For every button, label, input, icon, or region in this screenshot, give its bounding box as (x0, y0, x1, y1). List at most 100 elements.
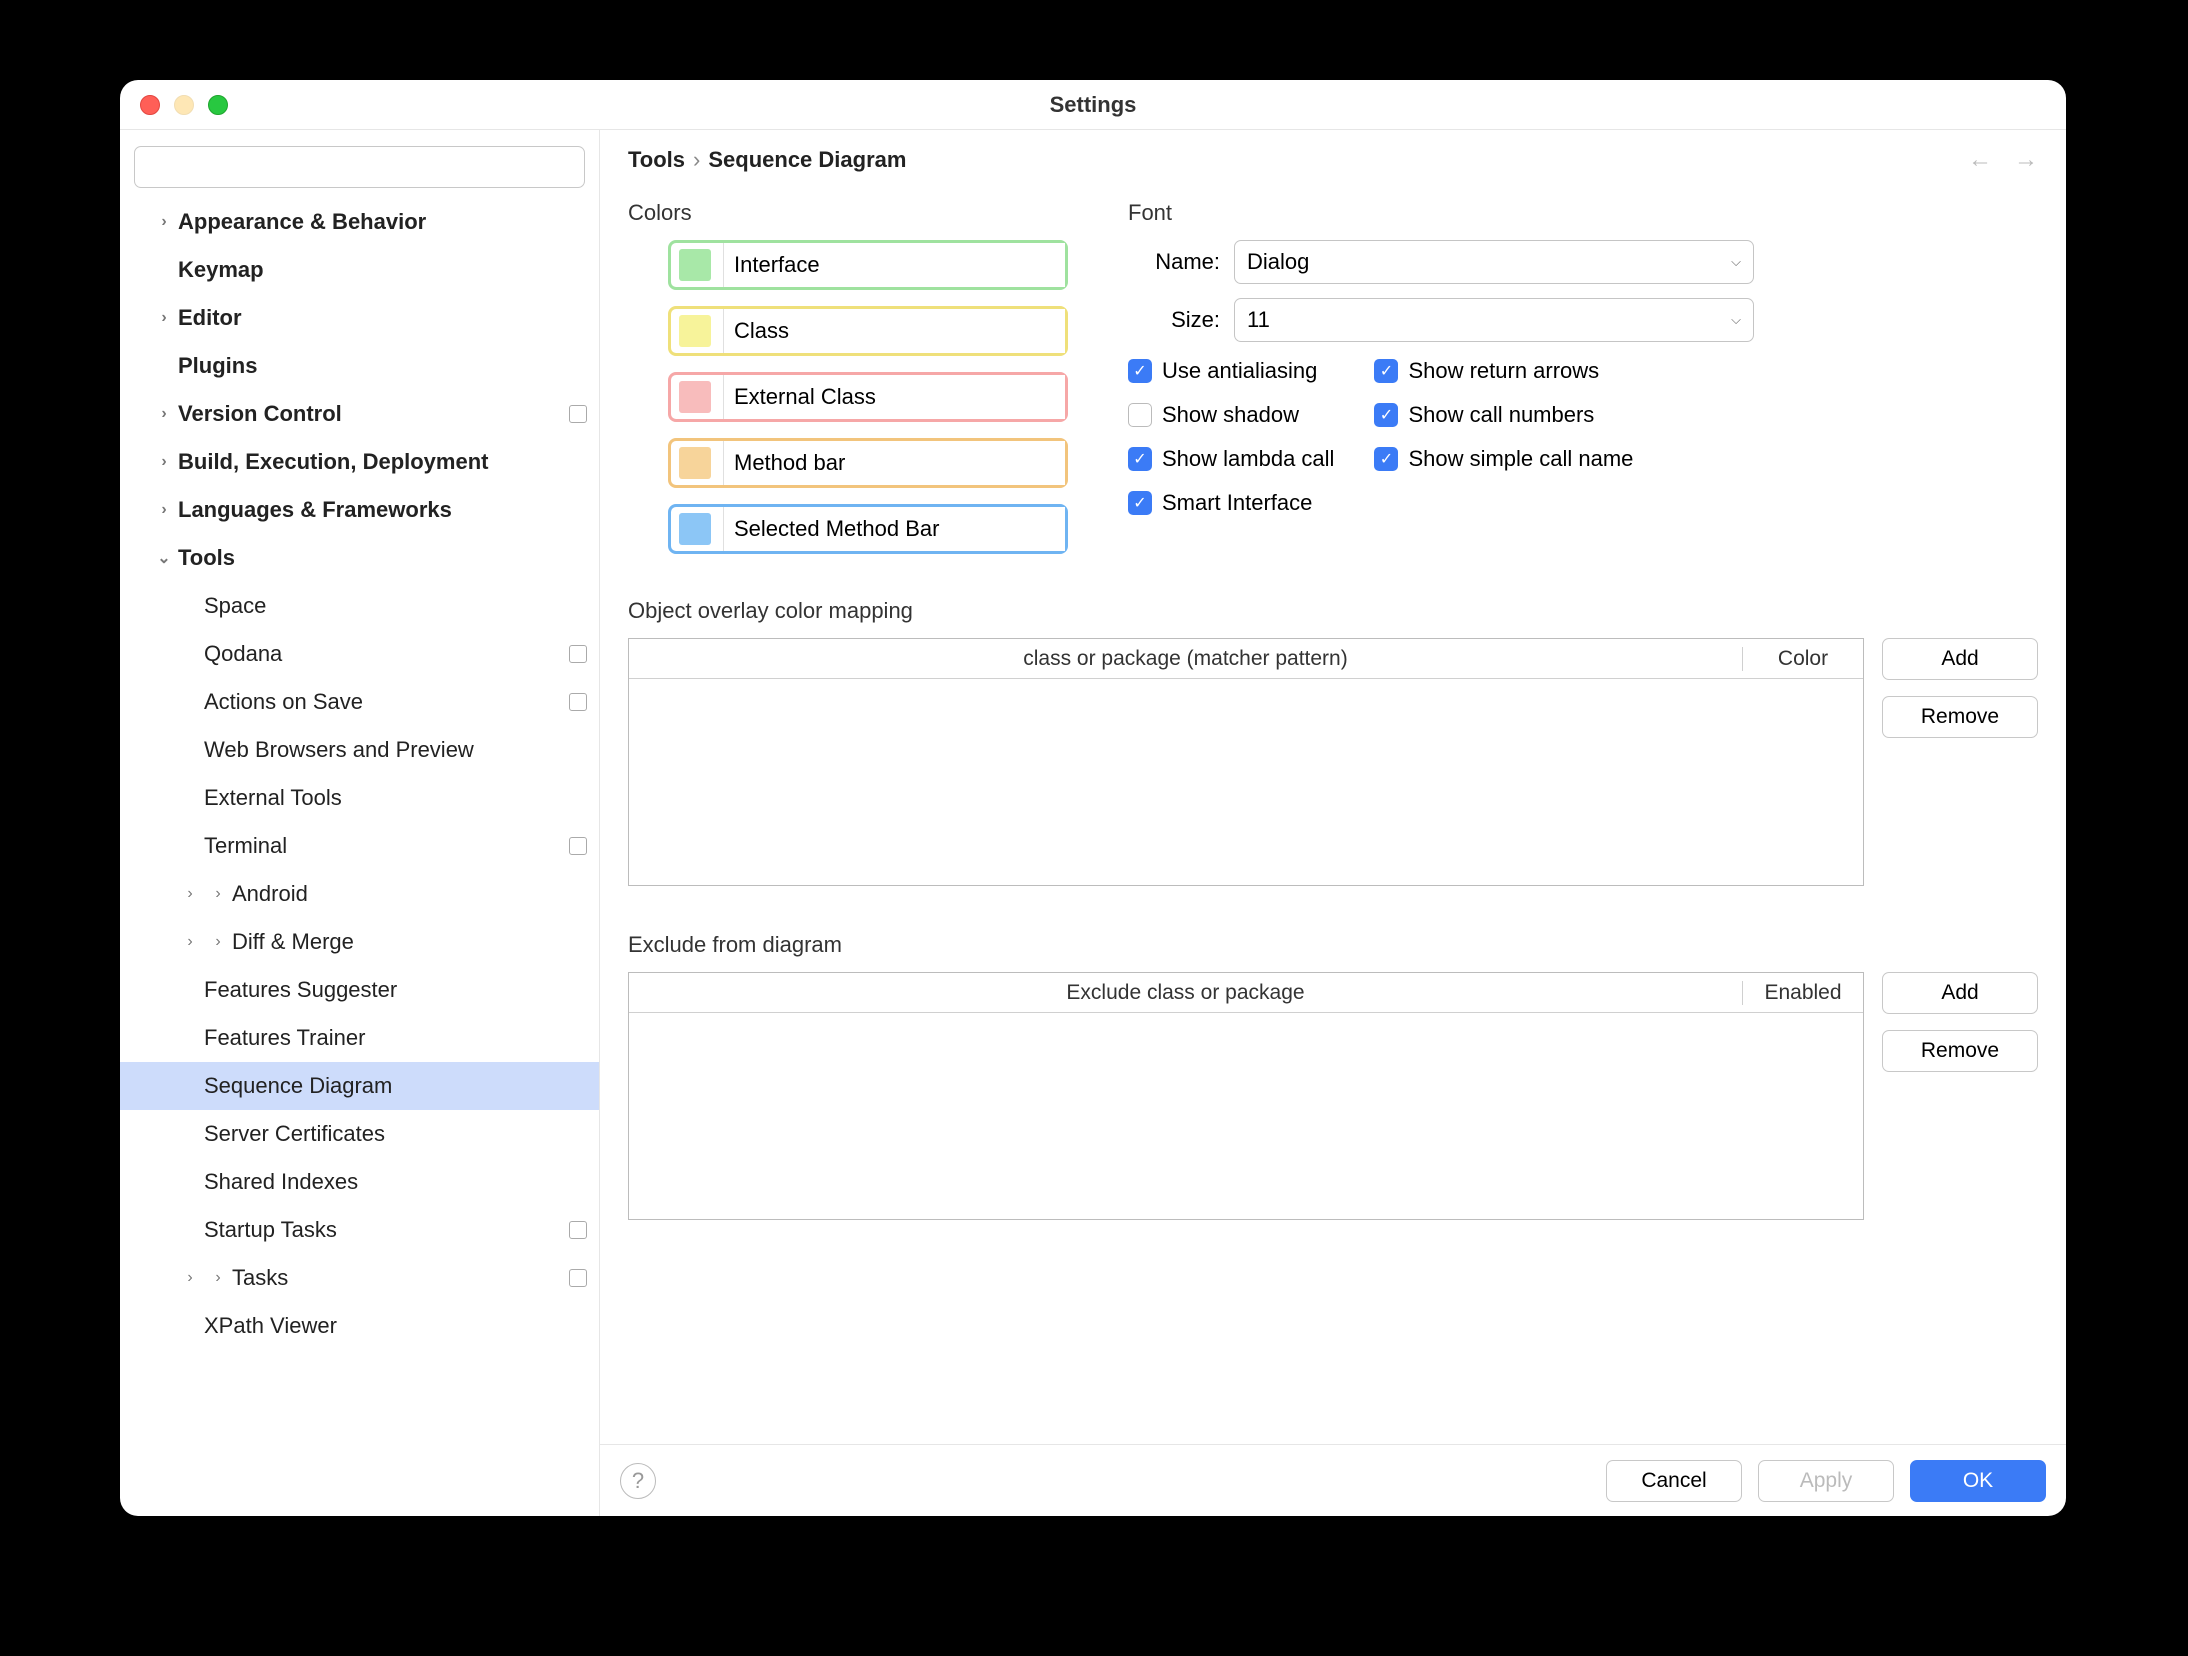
sidebar-item-server-certificates[interactable]: Server Certificates (120, 1110, 599, 1158)
color-row-selected-method-bar[interactable]: Selected Method Bar (668, 504, 1068, 554)
colors-heading: Colors (628, 200, 1068, 226)
exclude-add-button[interactable]: Add (1882, 972, 2038, 1014)
checkbox-checked-icon[interactable]: ✓ (1128, 447, 1152, 471)
sidebar-item-label: Server Certificates (204, 1121, 385, 1147)
sidebar-item-label: Version Control (178, 401, 342, 427)
checkbox-show-lambda-call[interactable]: ✓ Show lambda call (1128, 446, 1334, 472)
font-name-select[interactable]: Dialog ⌵ (1234, 240, 1754, 284)
color-label: External Class (723, 375, 1065, 419)
checkbox-label: Show shadow (1162, 402, 1299, 428)
checkbox-label: Smart Interface (1162, 490, 1312, 516)
sidebar-item-plugins[interactable]: Plugins (120, 342, 599, 390)
help-icon[interactable]: ? (620, 1463, 656, 1499)
settings-tree[interactable]: ›Appearance & BehaviorKeymap›EditorPlugi… (120, 198, 599, 1516)
sidebar-item-label: XPath Viewer (204, 1313, 337, 1339)
exclude-col-enabled[interactable]: Enabled (1743, 981, 1863, 1005)
color-swatch[interactable] (679, 381, 711, 413)
checkbox-show-shadow[interactable]: Show shadow (1128, 402, 1334, 428)
chevron-right-icon: › (693, 147, 700, 173)
search-input[interactable] (134, 146, 585, 188)
checkbox-checked-icon[interactable]: ✓ (1374, 447, 1398, 471)
sidebar-item-terminal[interactable]: Terminal (120, 822, 599, 870)
sidebar-item-web-browsers-and-preview[interactable]: Web Browsers and Preview (120, 726, 599, 774)
sidebar-item-label: Appearance & Behavior (178, 209, 426, 235)
sidebar-item-android[interactable]: ››Android (120, 870, 599, 918)
mapping-remove-button[interactable]: Remove (1882, 696, 2038, 738)
sidebar-item-sequence-diagram[interactable]: Sequence Diagram (120, 1062, 599, 1110)
checkbox-checked-icon[interactable]: ✓ (1374, 359, 1398, 383)
ok-button[interactable]: OK (1910, 1460, 2046, 1502)
sidebar-item-tasks[interactable]: ››Tasks (120, 1254, 599, 1302)
color-row-external-class[interactable]: External Class (668, 372, 1068, 422)
checkbox-smart-interface[interactable]: ✓ Smart Interface (1128, 490, 1334, 516)
checkbox-show-return-arrows[interactable]: ✓Show return arrows (1374, 358, 1633, 384)
exclude-remove-button[interactable]: Remove (1882, 1030, 2038, 1072)
sidebar-item-startup-tasks[interactable]: Startup Tasks (120, 1206, 599, 1254)
color-row-interface[interactable]: Interface (668, 240, 1068, 290)
sidebar-item-features-trainer[interactable]: Features Trainer (120, 1014, 599, 1062)
sidebar-item-build-execution-deployment[interactable]: ›Build, Execution, Deployment (120, 438, 599, 486)
color-row-class[interactable]: Class (668, 306, 1068, 356)
sidebar-item-label: Tools (178, 545, 235, 571)
sidebar-item-xpath-viewer[interactable]: XPath Viewer (120, 1302, 599, 1350)
sidebar-item-tools[interactable]: ⌄Tools (120, 534, 599, 582)
apply-button[interactable]: Apply (1758, 1460, 1894, 1502)
sidebar-item-editor[interactable]: ›Editor (120, 294, 599, 342)
sidebar-item-label: Editor (178, 305, 242, 331)
footer: ? Cancel Apply OK (600, 1444, 2066, 1516)
mapping-col-pattern[interactable]: class or package (matcher pattern) (629, 647, 1743, 671)
color-swatch[interactable] (679, 447, 711, 479)
breadcrumb-root[interactable]: Tools (628, 147, 685, 173)
chevron-right-icon: › (150, 405, 178, 423)
color-label: Interface (723, 243, 1065, 287)
sidebar-item-actions-on-save[interactable]: Actions on Save (120, 678, 599, 726)
sidebar-item-space[interactable]: Space (120, 582, 599, 630)
sidebar-item-languages-frameworks[interactable]: ›Languages & Frameworks (120, 486, 599, 534)
sidebar-item-label: Diff & Merge (232, 929, 354, 955)
checkbox-checked-icon[interactable]: ✓ (1128, 359, 1152, 383)
sidebar: ▾ ›Appearance & BehaviorKeymap›EditorPlu… (120, 130, 600, 1516)
checkbox-unchecked-icon[interactable] (1128, 403, 1152, 427)
project-scope-icon (569, 837, 587, 855)
breadcrumb: Tools › Sequence Diagram ← → (600, 130, 2066, 190)
exclude-table[interactable]: Exclude class or package Enabled (628, 972, 1864, 1220)
color-swatch[interactable] (679, 513, 711, 545)
checkbox-label: Show lambda call (1162, 446, 1334, 472)
chevron-down-icon: ⌵ (1731, 254, 1741, 270)
chevron-right-icon: › (176, 885, 204, 903)
sidebar-item-diff-merge[interactable]: ››Diff & Merge (120, 918, 599, 966)
checkbox-checked-icon[interactable]: ✓ (1374, 403, 1398, 427)
mapping-col-color[interactable]: Color (1743, 647, 1863, 671)
mapping-add-button[interactable]: Add (1882, 638, 2038, 680)
chevron-down-icon: ⌄ (150, 548, 178, 568)
checkbox-show-call-numbers[interactable]: ✓Show call numbers (1374, 402, 1633, 428)
sidebar-item-shared-indexes[interactable]: Shared Indexes (120, 1158, 599, 1206)
checkbox-show-simple-call-name[interactable]: ✓Show simple call name (1374, 446, 1633, 472)
color-swatch[interactable] (679, 315, 711, 347)
main-panel: Tools › Sequence Diagram ← → Colors Inte… (600, 130, 2066, 1516)
cancel-button[interactable]: Cancel (1606, 1460, 1742, 1502)
sidebar-item-version-control[interactable]: ›Version Control (120, 390, 599, 438)
chevron-right-icon: › (176, 1269, 204, 1287)
nav-back-icon[interactable]: ← (1968, 146, 1992, 174)
checkbox-checked-icon[interactable]: ✓ (1128, 491, 1152, 515)
sidebar-item-label: Qodana (204, 641, 282, 667)
exclude-col-pattern[interactable]: Exclude class or package (629, 981, 1743, 1005)
chevron-right-icon: › (176, 933, 204, 951)
sidebar-item-label: Plugins (178, 353, 257, 379)
sidebar-item-label: Space (204, 593, 266, 619)
checkbox-use-antialiasing[interactable]: ✓Use antialiasing (1128, 358, 1334, 384)
color-swatch[interactable] (679, 249, 711, 281)
font-size-select[interactable]: 11 ⌵ (1234, 298, 1754, 342)
nav-forward-icon[interactable]: → (2014, 146, 2038, 174)
font-heading: Font (1128, 200, 2038, 226)
sidebar-item-qodana[interactable]: Qodana (120, 630, 599, 678)
mapping-table[interactable]: class or package (matcher pattern) Color (628, 638, 1864, 886)
sidebar-item-external-tools[interactable]: External Tools (120, 774, 599, 822)
sidebar-item-label: Sequence Diagram (204, 1073, 392, 1099)
sidebar-item-keymap[interactable]: Keymap (120, 246, 599, 294)
sidebar-item-label: Shared Indexes (204, 1169, 358, 1195)
color-row-method-bar[interactable]: Method bar (668, 438, 1068, 488)
sidebar-item-appearance-behavior[interactable]: ›Appearance & Behavior (120, 198, 599, 246)
sidebar-item-features-suggester[interactable]: Features Suggester (120, 966, 599, 1014)
